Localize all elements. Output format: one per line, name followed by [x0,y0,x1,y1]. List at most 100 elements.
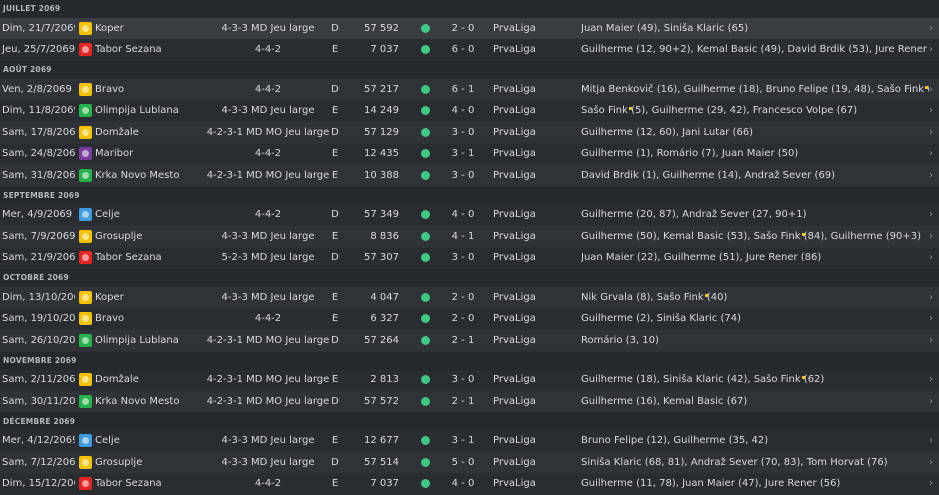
attendance: 12 677 [343,435,415,446]
chevron-right-icon[interactable]: › [929,478,939,489]
chevron-right-icon[interactable]: › [929,44,939,55]
opponent-name[interactable]: Koper [95,292,203,303]
opponent-name[interactable]: Bravo [95,313,203,324]
score[interactable]: 5 - 0 [445,457,481,468]
chevron-right-icon[interactable]: › [929,435,939,446]
opponent-name[interactable]: Tabor Sezana [95,478,203,489]
opponent-name[interactable]: Krka Novo Mesto [95,170,203,181]
goal-scorers: Guilherme (1), Romário (7), Juan Maier (… [581,148,929,159]
competition[interactable]: PrvaLiga [481,231,581,242]
score[interactable]: 2 - 0 [445,292,481,303]
fixture-row[interactable]: Sam, 7/12/2069Grosuplje4-3-3 MD Jeu larg… [0,452,939,474]
fixture-row[interactable]: Sam, 21/9/2069Tabor Sezana5-2-3 MD Jeu l… [0,248,939,270]
competition[interactable]: PrvaLiga [481,335,581,346]
club-crest-icon [79,312,92,325]
fixture-row[interactable]: Dim, 15/12/2069Tabor Sezana4-4-2E7 0374 … [0,474,939,495]
fixture-row[interactable]: Sam, 31/8/2069Krka Novo Mesto4-2-3-1 MD … [0,165,939,187]
score[interactable]: 3 - 1 [445,148,481,159]
fixture-row[interactable]: Sam, 19/10/2069Bravo4-4-2E6 3272 - 0Prva… [0,309,939,331]
opponent-name[interactable]: Koper [95,23,203,34]
opponent-name[interactable]: Olimpija Lublana [95,335,203,346]
chevron-right-icon[interactable]: › [929,335,939,346]
opponent-name[interactable]: Tabor Sezana [95,252,203,263]
fixture-row[interactable]: Sam, 7/9/2069Grosuplje4-3-3 MD Jeu large… [0,226,939,248]
competition[interactable]: PrvaLiga [481,170,581,181]
chevron-right-icon[interactable]: › [929,209,939,220]
fixture-row[interactable]: Mer, 4/9/2069Celje4-4-2D57 3494 - 0PrvaL… [0,205,939,227]
venue: D [327,335,343,346]
opponent-name[interactable]: Bravo [95,84,203,95]
score[interactable]: 6 - 0 [445,44,481,55]
competition[interactable]: PrvaLiga [481,478,581,489]
fixture-row[interactable]: Jeu, 25/7/2069Tabor Sezana4-4-2E7 0376 -… [0,40,939,62]
opponent-name[interactable]: Grosuplje [95,231,203,242]
score[interactable]: 3 - 0 [445,170,481,181]
score[interactable]: 4 - 0 [445,478,481,489]
score[interactable]: 2 - 0 [445,23,481,34]
score[interactable]: 2 - 0 [445,313,481,324]
competition[interactable]: PrvaLiga [481,84,581,95]
fixture-row[interactable]: Sam, 2/11/2069Domžale4-2-3-1 MD MO Jeu l… [0,370,939,392]
chevron-right-icon[interactable]: › [929,148,939,159]
chevron-right-icon[interactable]: › [929,396,939,407]
competition[interactable]: PrvaLiga [481,252,581,263]
opponent-name[interactable]: Krka Novo Mesto [95,396,203,407]
fixture-row[interactable]: Dim, 21/7/2069Koper4-3-3 MD Jeu largeD57… [0,18,939,40]
score[interactable]: 6 - 1 [445,84,481,95]
opponent-name[interactable]: Tabor Sezana [95,44,203,55]
fixture-row[interactable]: Sam, 17/8/2069Domžale4-2-3-1 MD MO Jeu l… [0,122,939,144]
fixture-row[interactable]: Sam, 24/8/2069Maribor4-4-2E12 4353 - 1Pr… [0,144,939,166]
score[interactable]: 2 - 1 [445,396,481,407]
fixture-row[interactable]: Mer, 4/12/2069Celje4-3-3 MD Jeu largeE12… [0,431,939,453]
competition[interactable]: PrvaLiga [481,127,581,138]
opponent-name[interactable]: Celje [95,435,203,446]
score[interactable]: 3 - 0 [445,374,481,385]
chevron-right-icon[interactable]: › [929,374,939,385]
formation: 4-4-2 [203,84,333,95]
fixture-row[interactable]: Dim, 11/8/2069Olimpija Lublana4-3-3 MD J… [0,101,939,123]
competition[interactable]: PrvaLiga [481,105,581,116]
fixture-row[interactable]: Sam, 26/10/20...Olimpija Lublana4-2-3-1 … [0,330,939,352]
competition[interactable]: PrvaLiga [481,313,581,324]
competition[interactable]: PrvaLiga [481,44,581,55]
chevron-right-icon[interactable]: › [929,231,939,242]
competition[interactable]: PrvaLiga [481,396,581,407]
score[interactable]: 4 - 0 [445,209,481,220]
fixture-row[interactable]: Sam, 30/11/2069Krka Novo Mesto4-2-3-1 MD… [0,391,939,413]
result-dot-icon [421,106,430,115]
competition[interactable]: PrvaLiga [481,292,581,303]
score[interactable]: 3 - 0 [445,127,481,138]
chevron-right-icon[interactable]: › [929,313,939,324]
opponent-name[interactable]: Olimpija Lublana [95,105,203,116]
chevron-right-icon[interactable]: › [929,170,939,181]
fixture-row[interactable]: Dim, 13/10/2069Koper4-3-3 MD Jeu largeE4… [0,287,939,309]
chevron-right-icon[interactable]: › [929,23,939,34]
competition[interactable]: PrvaLiga [481,209,581,220]
chevron-right-icon[interactable]: › [929,457,939,468]
chevron-right-icon[interactable]: › [929,252,939,263]
competition[interactable]: PrvaLiga [481,435,581,446]
score[interactable]: 3 - 0 [445,252,481,263]
competition[interactable]: PrvaLiga [481,457,581,468]
fixture-row[interactable]: Ven, 2/8/2069Bravo4-4-2D57 2176 - 1PrvaL… [0,79,939,101]
chevron-right-icon[interactable]: › [929,84,939,95]
competition[interactable]: PrvaLiga [481,23,581,34]
chevron-right-icon[interactable]: › [929,105,939,116]
opponent-name[interactable]: Maribor [95,148,203,159]
opponent-name[interactable]: Celje [95,209,203,220]
opponent-name[interactable]: Domžale [95,127,203,138]
month-header: SEPTEMBRE 2069 [0,187,939,205]
competition[interactable]: PrvaLiga [481,374,581,385]
chevron-right-icon[interactable]: › [929,127,939,138]
opponent-name[interactable]: Grosuplje [95,457,203,468]
score[interactable]: 4 - 1 [445,231,481,242]
chevron-right-icon[interactable]: › [929,292,939,303]
competition[interactable]: PrvaLiga [481,148,581,159]
score[interactable]: 4 - 0 [445,105,481,116]
score[interactable]: 2 - 1 [445,335,481,346]
opponent-name[interactable]: Domžale [95,374,203,385]
venue: E [327,313,343,324]
match-date: Mer, 4/12/2069 [0,435,75,446]
score[interactable]: 3 - 1 [445,435,481,446]
formation: 4-3-3 MD Jeu large [203,292,333,303]
